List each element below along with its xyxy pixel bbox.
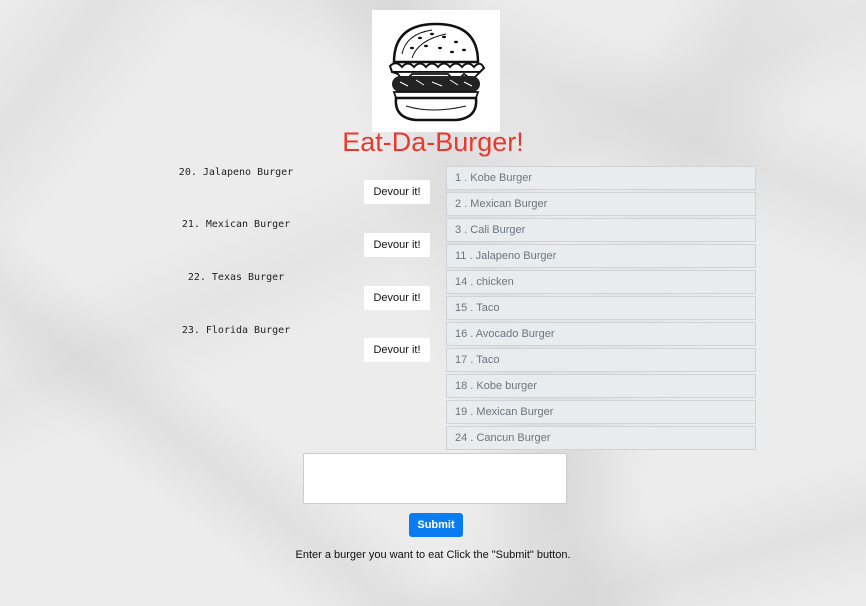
devoured-burger-item: 15 . Taco xyxy=(446,296,756,320)
pending-burger-name: 20. Jalapeno Burger xyxy=(178,167,294,178)
instructions-text: Enter a burger you want to eat Click the… xyxy=(295,549,571,561)
devoured-burger-item: 18 . Kobe burger xyxy=(446,374,756,398)
devour-button[interactable]: Devour it! xyxy=(364,286,430,310)
devoured-burger-item: 17 . Taco xyxy=(446,348,756,372)
pending-burger-item: 23. Florida Burger xyxy=(146,325,326,336)
devoured-burger-item: 11 . Jalapeno Burger xyxy=(446,244,756,268)
devoured-burger-item: 24 . Cancun Burger xyxy=(446,426,756,450)
devoured-burger-item: 19 . Mexican Burger xyxy=(446,400,756,424)
submit-button[interactable]: Submit xyxy=(409,513,463,537)
devour-button[interactable]: Devour it! xyxy=(364,338,430,362)
burger-drawing-icon xyxy=(388,22,486,122)
burger-name-input[interactable] xyxy=(303,453,567,504)
pending-burger-item: 20. Jalapeno Burger xyxy=(146,167,326,178)
devoured-burger-item: 1 . Kobe Burger xyxy=(446,166,756,190)
page-title: Eat-Da-Burger! xyxy=(342,127,524,157)
pending-burger-name: 22. Texas Burger xyxy=(187,272,285,283)
devour-button[interactable]: Devour it! xyxy=(364,233,430,257)
burger-logo xyxy=(372,10,500,132)
devoured-burger-item: 3 . Cali Burger xyxy=(446,218,756,242)
devoured-burger-item: 16 . Avocado Burger xyxy=(446,322,756,346)
devoured-burger-list: 1 . Kobe Burger 2 . Mexican Burger 3 . C… xyxy=(446,166,756,452)
devour-button[interactable]: Devour it! xyxy=(364,180,430,204)
pending-burger-name: 23. Florida Burger xyxy=(181,325,291,336)
devoured-burger-item: 2 . Mexican Burger xyxy=(446,192,756,216)
pending-burger-item: 22. Texas Burger xyxy=(146,272,326,283)
pending-burger-name: 21. Mexican Burger xyxy=(181,219,291,230)
pending-burger-item: 21. Mexican Burger xyxy=(146,219,326,230)
devoured-burger-item: 14 . chicken xyxy=(446,270,756,294)
